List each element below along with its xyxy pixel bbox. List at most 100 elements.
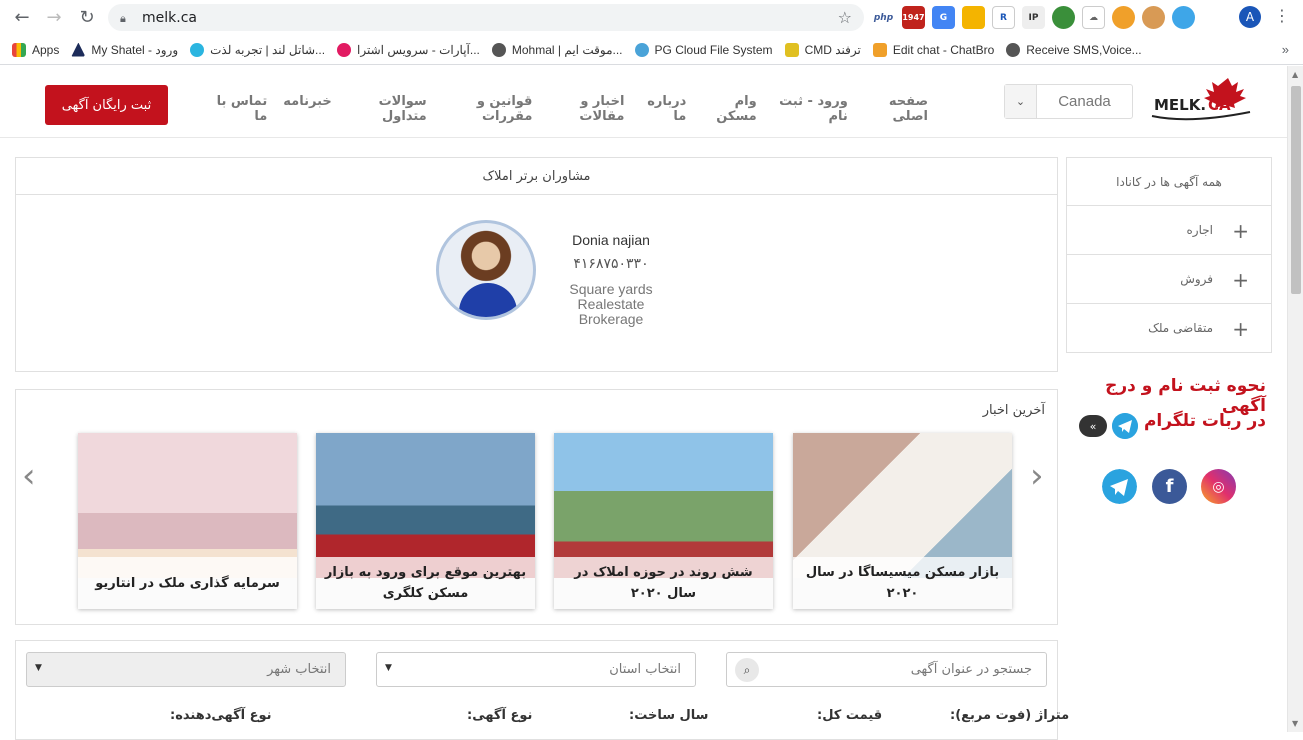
select-arrow-icon: ▼ xyxy=(385,663,392,673)
telegram-promo-line2[interactable]: در ربات تلگرام xyxy=(1120,411,1266,431)
nav-mortgage[interactable]: وام مسکن xyxy=(702,94,757,124)
pgcloud-icon xyxy=(634,42,649,57)
news-card[interactable]: شش روند در حوزه املاک در سال ۲۰۲۰ xyxy=(554,433,773,609)
sidebar-item-sale[interactable]: فروش + xyxy=(1066,255,1272,304)
apps-grid-icon xyxy=(12,42,26,57)
news-card-caption: شش روند در حوزه املاک در سال ۲۰۲۰ xyxy=(554,557,773,609)
search-extension-icon[interactable] xyxy=(1172,6,1195,29)
shatelland-icon xyxy=(190,42,205,57)
bookmark-pgcloud[interactable]: PG Cloud File System xyxy=(634,42,773,57)
reload-icon[interactable]: ↻ xyxy=(72,2,102,32)
aparat-icon xyxy=(337,42,352,57)
bookmarks-bar: Apps My Shatel - ورود شاتل لند | تجربه ل… xyxy=(0,35,1303,65)
news-title: آخرین اخبار xyxy=(982,403,1045,418)
instagram-icon[interactable]: ◎ xyxy=(1201,469,1236,504)
ad-type-label: نوع آگهی: xyxy=(467,708,533,723)
profile-avatar[interactable]: A xyxy=(1239,6,1261,28)
globe-extension-icon[interactable] xyxy=(1052,6,1075,29)
search-icon[interactable]: ⌕ xyxy=(735,658,759,682)
free-ad-button[interactable]: ثبت رایگان آگهی xyxy=(45,85,168,125)
cookie2-extension-icon[interactable] xyxy=(1142,6,1165,29)
more-bookmarks-icon[interactable]: » xyxy=(1282,42,1289,57)
scroll-up-icon[interactable]: ▲ xyxy=(1292,70,1298,79)
page-scrollbar[interactable]: ▲ ▼ xyxy=(1287,66,1303,732)
top-advisors-panel: مشاوران برتر املاک Donia najian ۴۱۶۸۷۵۰۳… xyxy=(15,157,1058,372)
city-select[interactable]: انتخاب شهر ▼ xyxy=(26,652,346,687)
province-select[interactable]: انتخاب استان ▼ xyxy=(376,652,696,687)
double-chevron-icon: « xyxy=(1079,415,1107,437)
agent-company: Square yards Realestate Brokerage xyxy=(569,281,653,327)
sidebar-item-all[interactable]: همه آگهی ها در کانادا xyxy=(1066,157,1272,206)
chrome-menu-icon[interactable]: ⋮ xyxy=(1274,6,1290,25)
search-title-input[interactable]: جستجو در عنوان آگهی ⌕ xyxy=(726,652,1047,687)
address-bar[interactable]: 🔒︎ melk.ca ☆ xyxy=(108,4,864,31)
bookmark-receive-sms[interactable]: Receive SMS,Voice... xyxy=(1006,42,1142,57)
bookmark-apps[interactable]: Apps xyxy=(12,42,59,57)
bookmark-chatbro[interactable]: Edit chat - ChatBro xyxy=(872,42,994,57)
browser-toolbar: ← → ↻ 🔒︎ melk.ca ☆ php 1947 G R IP ☁ A ⋮ xyxy=(0,0,1303,35)
nav-rules[interactable]: قوانین و مقررات xyxy=(443,94,533,124)
globe-icon xyxy=(1006,42,1021,57)
select-arrow-icon: ▼ xyxy=(35,663,42,673)
bookmark-shatelland[interactable]: شاتل لند | تجربه لذت... xyxy=(190,42,325,57)
site-header: MELK. CA ⌄ Canada صفحه اصلی ورود - ثبت ن… xyxy=(0,66,1287,138)
r-extension-icon[interactable]: R xyxy=(992,6,1015,29)
agent-avatar-body xyxy=(459,283,517,317)
nav-contact[interactable]: تماس با ما xyxy=(212,94,268,124)
extensions-bar: php 1947 G R IP ☁ xyxy=(872,6,1195,29)
nav-news[interactable]: اخبار و مقالات xyxy=(548,94,624,124)
telegram-icon[interactable] xyxy=(1102,469,1137,504)
carousel-next-icon[interactable]: › xyxy=(1030,456,1044,496)
agent-name[interactable]: Donia najian xyxy=(556,232,666,248)
news-card[interactable]: بازار مسکن میسیساگا در سال ۲۰۲۰ xyxy=(793,433,1012,609)
sidebar-item-rent[interactable]: اجاره + xyxy=(1066,206,1272,255)
year-label: سال ساخت: xyxy=(629,708,709,723)
news-card[interactable]: بهترین موقع برای ورود به بازار مسکن کلگر… xyxy=(316,433,535,609)
bookmark-mohmal[interactable]: Mohmal | موقت ایم... xyxy=(491,42,623,57)
shatel-icon xyxy=(71,42,86,57)
bookmark-shatel[interactable]: My Shatel - ورود xyxy=(71,42,178,57)
plus-icon[interactable]: + xyxy=(1232,219,1249,243)
sidebar-item-applicant[interactable]: متقاضی ملک + xyxy=(1066,304,1272,353)
1947-extension-icon[interactable]: 1947 xyxy=(902,6,925,29)
nav-newsletter[interactable]: خبرنامه xyxy=(283,94,331,124)
extension-icon[interactable] xyxy=(962,6,985,29)
scroll-down-icon[interactable]: ▼ xyxy=(1292,719,1298,728)
bookmark-cmd[interactable]: CMD ترفند xyxy=(784,42,861,57)
category-sidebar: همه آگهی ها در کانادا اجاره + فروش + متقاض… xyxy=(1066,157,1272,353)
news-card-caption: سرمایه گذاری ملک در انتاریو xyxy=(78,557,297,609)
facebook-icon[interactable]: f xyxy=(1152,469,1187,504)
news-card[interactable]: سرمایه گذاری ملک در انتاریو xyxy=(78,433,297,609)
plus-icon[interactable]: + xyxy=(1232,268,1249,292)
nav-login[interactable]: ورود - ثبت نام xyxy=(773,94,848,124)
ip-extension-icon[interactable]: IP xyxy=(1022,6,1045,29)
chatbro-icon xyxy=(872,42,887,57)
bookmark-star-icon[interactable]: ☆ xyxy=(838,8,852,27)
cloud-extension-icon[interactable]: ☁ xyxy=(1082,6,1105,29)
nav-about[interactable]: درباره ما xyxy=(640,94,686,124)
bookmark-aparat[interactable]: آپارات - سرویس اشترا... xyxy=(337,42,480,57)
cookie-extension-icon[interactable] xyxy=(1112,6,1135,29)
cmd-icon xyxy=(784,42,799,57)
back-icon[interactable]: ← xyxy=(7,2,37,32)
agent-avatar[interactable] xyxy=(436,220,536,320)
svg-text:CA: CA xyxy=(1208,96,1231,114)
nav-home[interactable]: صفحه اصلی xyxy=(864,94,928,124)
forward-icon[interactable]: → xyxy=(39,2,69,32)
php-extension-icon[interactable]: php xyxy=(872,6,895,29)
chevron-down-icon: ⌄ xyxy=(1005,85,1037,118)
translate-extension-icon[interactable]: G xyxy=(932,6,955,29)
nav-faq[interactable]: سوالات متداول xyxy=(348,94,427,124)
news-card-caption: بهترین موقع برای ورود به بازار مسکن کلگر… xyxy=(316,557,535,609)
news-card-caption: بازار مسکن میسیساگا در سال ۲۰۲۰ xyxy=(793,557,1012,609)
agent-phone: ۴۱۶۸۷۵۰۳۳۰ xyxy=(573,256,649,272)
scroll-thumb[interactable] xyxy=(1291,86,1301,294)
country-select[interactable]: ⌄ Canada xyxy=(1004,84,1133,119)
carousel-prev-icon[interactable]: ‹ xyxy=(22,456,36,496)
melk-logo[interactable]: MELK. CA xyxy=(1150,74,1260,126)
price-label: قیمت کل: xyxy=(817,708,883,723)
telegram-promo-line1[interactable]: نحوه ثبت نام و درج آگهی xyxy=(1070,376,1266,416)
plus-icon[interactable]: + xyxy=(1232,317,1249,341)
globe-icon xyxy=(491,42,506,57)
url-text: melk.ca xyxy=(142,9,197,26)
